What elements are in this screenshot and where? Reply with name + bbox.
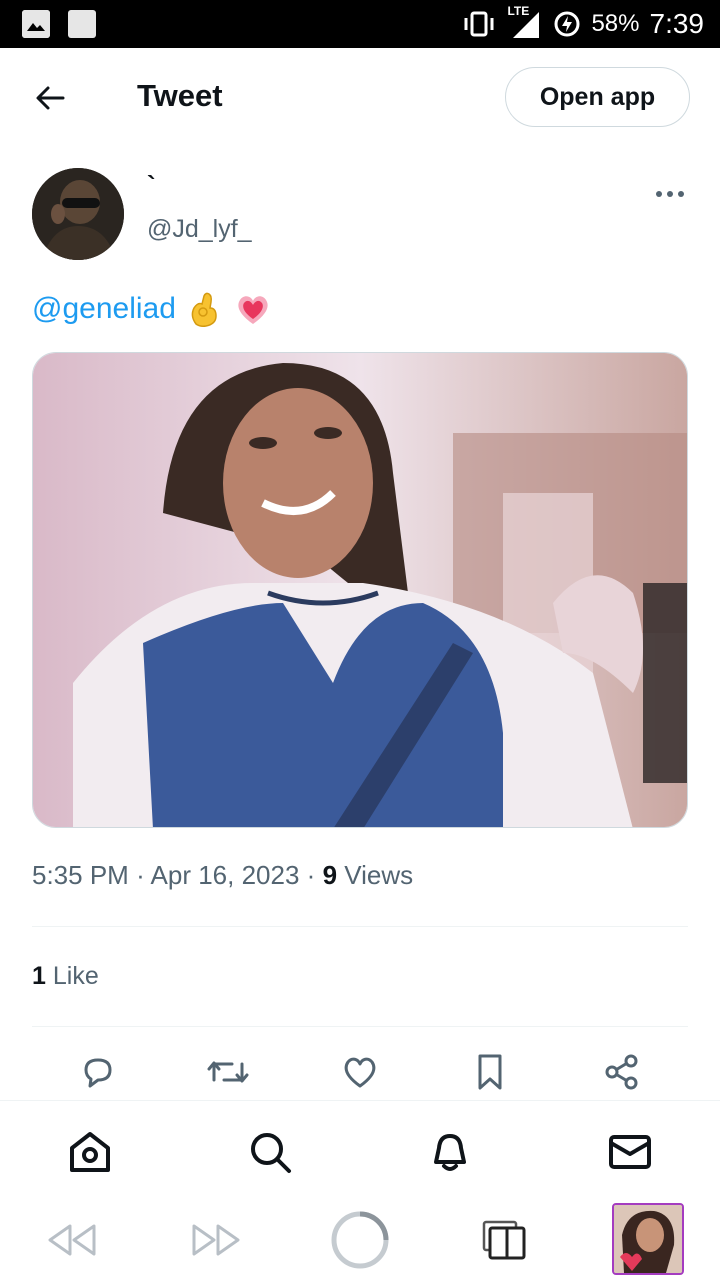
tabs-icon (482, 1220, 526, 1260)
tweet-actions (0, 1048, 720, 1096)
tweet-date[interactable]: Apr 16, 2023 (151, 860, 300, 890)
retweet-button[interactable] (204, 1048, 252, 1096)
pinching-hand-emoji-icon (191, 292, 217, 327)
rewind-icon (48, 1224, 96, 1256)
browser-forward-button[interactable] (188, 1208, 244, 1272)
more-dot (656, 191, 662, 197)
more-dot (667, 191, 673, 197)
likes-label: Like (52, 962, 99, 990)
author-avatar[interactable] (32, 168, 124, 260)
mail-icon (609, 1135, 651, 1169)
like-button[interactable] (336, 1048, 384, 1096)
more-dot (678, 191, 684, 197)
back-button[interactable] (28, 78, 72, 118)
browser-toolbar (0, 1200, 720, 1280)
image-notification-icon (68, 10, 96, 38)
open-app-button[interactable]: Open app (505, 67, 690, 127)
divider (32, 1026, 688, 1027)
reply-button[interactable] (74, 1048, 122, 1096)
share-icon (605, 1054, 638, 1090)
views-label: Views (344, 860, 414, 890)
nav-search[interactable] (245, 1127, 295, 1177)
bottom-navigation (0, 1100, 720, 1200)
tweet-text: @geneliad (32, 290, 272, 328)
browser-back-button[interactable] (44, 1208, 100, 1272)
lte-signal-icon: LTE (507, 4, 543, 40)
page-title: Tweet (137, 78, 223, 113)
tweet-time[interactable]: 5:35 PM (32, 860, 129, 890)
heart-icon (344, 1057, 376, 1088)
browser-reload-button[interactable] (328, 1208, 392, 1272)
bell-icon (434, 1134, 466, 1171)
more-options-button[interactable] (650, 180, 690, 208)
clock: 7:39 (649, 8, 705, 39)
meta-separator: · (136, 860, 145, 890)
views-count: 9 (322, 860, 338, 890)
search-icon (251, 1133, 291, 1173)
nav-messages[interactable] (605, 1127, 655, 1177)
author-display-name[interactable]: ` (147, 170, 156, 201)
battery-saver-icon (554, 11, 580, 37)
bookmark-button[interactable] (466, 1048, 514, 1096)
divider (32, 926, 688, 927)
vibrate-icon (464, 11, 494, 37)
likes-count: 1 (32, 962, 46, 990)
tweet-header: Tweet Open app (0, 48, 720, 148)
gallery-notification-icon (22, 10, 50, 38)
bookmark-icon (478, 1054, 502, 1090)
retweet-icon (207, 1061, 249, 1083)
tweet-timestamp: 5:35 PM · Apr 16, 2023 · 9 Views (32, 860, 413, 891)
home-icon (70, 1132, 110, 1172)
nav-home[interactable] (65, 1127, 115, 1177)
battery-percent: 58% (591, 10, 640, 37)
tab-thumbnail[interactable] (612, 1203, 684, 1275)
nav-notifications[interactable] (425, 1127, 475, 1177)
reply-icon (84, 1058, 112, 1088)
status-bar: LTE 58% 7:39 (0, 0, 720, 48)
loading-spinner-icon (331, 1211, 389, 1269)
status-notifications (22, 10, 96, 38)
status-indicators: LTE 58% 7:39 (461, 4, 705, 42)
browser-tabs-button[interactable] (478, 1208, 530, 1272)
growing-heart-emoji-icon (238, 296, 268, 324)
arrow-left-icon (36, 86, 65, 110)
likes-stat[interactable]: 1 Like (32, 962, 99, 991)
author-handle[interactable]: @Jd_lyf_ (147, 215, 252, 244)
tweet-media-image[interactable] (32, 352, 688, 828)
share-button[interactable] (598, 1048, 646, 1096)
meta-separator: · (306, 860, 316, 890)
fast-forward-icon (192, 1224, 240, 1256)
mention-link[interactable]: @geneliad (32, 292, 176, 326)
